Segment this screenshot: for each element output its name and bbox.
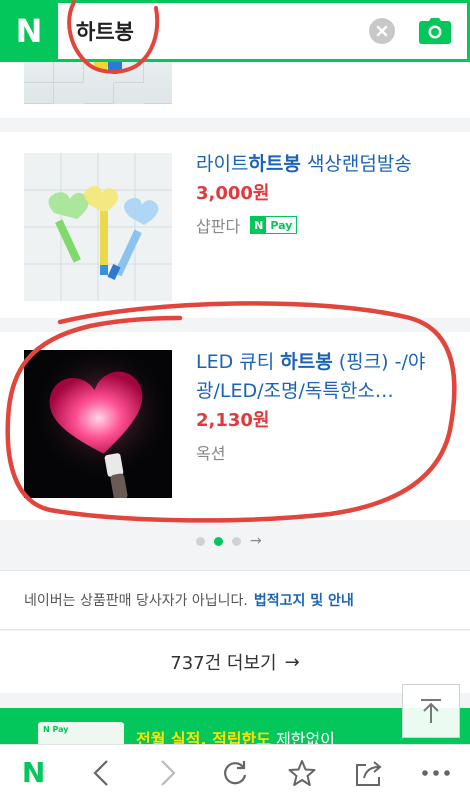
scroll-to-top-button[interactable] <box>402 684 460 738</box>
more-results-label: 737건 더보기 <box>170 653 277 674</box>
seller-row: 옥션 <box>196 440 456 464</box>
refresh-icon <box>224 760 247 784</box>
notice-text: 네이버는 상품판매 당사자가 아닙니다. <box>24 593 248 609</box>
seller-name: 옥션 <box>196 444 226 463</box>
previous-product-image[interactable] <box>24 62 172 104</box>
product-price: 3,000원 <box>196 183 270 204</box>
seller-row: 샵판다 N Pay <box>196 213 456 237</box>
back-button[interactable] <box>79 751 123 795</box>
search-bar: N <box>0 0 470 62</box>
seller-name: 샵판다 <box>196 217 241 236</box>
legal-notice-link[interactable]: 법적고지 및 안내 <box>254 590 354 610</box>
npay-banner[interactable]: N Pay 전월 실적, 적립한도 제한없이 <box>0 708 470 749</box>
forward-icon <box>161 759 176 786</box>
product-price: 2,130원 <box>196 410 270 431</box>
share-icon <box>356 760 382 786</box>
product-image[interactable] <box>24 350 172 498</box>
page-dot-active[interactable] <box>214 537 223 546</box>
more-button[interactable] <box>414 751 458 795</box>
product-card[interactable]: 라이트하트봉 색상랜덤발송 3,000원 샵판다 N Pay <box>0 132 470 318</box>
page-dot[interactable] <box>232 537 241 546</box>
product-card[interactable]: LED 큐티 하트봉 (핑크) -/야광/LED/조명/독특한소… 2,130원… <box>0 332 470 520</box>
carousel-pagination: → <box>196 534 262 548</box>
clear-icon <box>376 25 388 37</box>
next-page-arrow[interactable]: → <box>250 534 262 548</box>
page: N 하트봉 라이트하트봉 색상랜덤발송 3,000원 샵판다 N Pay LED… <box>0 0 470 800</box>
product-image[interactable] <box>24 153 172 301</box>
product-title[interactable]: LED 큐티 하트봉 (핑크) -/야광/LED/조명/독특한소… <box>196 348 456 406</box>
camera-button[interactable] <box>415 11 455 51</box>
home-button[interactable]: N <box>12 751 56 795</box>
more-icon <box>422 769 451 776</box>
clear-button[interactable] <box>369 18 395 44</box>
back-icon <box>93 759 108 786</box>
legal-notice: 네이버는 상품판매 당사자가 아닙니다. 법적고지 및 안내 <box>0 570 470 630</box>
page-dot[interactable] <box>196 537 205 546</box>
previous-product-card[interactable] <box>0 62 470 118</box>
search-input[interactable] <box>58 3 369 59</box>
npay-card-label: N Pay <box>43 725 69 734</box>
npay-badge: N Pay <box>250 216 298 234</box>
arrow-up-icon <box>421 699 441 723</box>
camera-icon <box>419 18 451 44</box>
product-info: 라이트하트봉 색상랜덤발송 3,000원 샵판다 N Pay <box>196 150 456 237</box>
refresh-button[interactable] <box>213 751 257 795</box>
star-icon <box>288 759 316 786</box>
bookmark-button[interactable] <box>280 751 324 795</box>
naver-logo-text: N <box>15 12 43 50</box>
led-heart-stick-photo <box>24 350 172 498</box>
light-heart-sticks-photo <box>24 153 172 301</box>
more-results-button[interactable]: 737건 더보기 → <box>0 631 470 693</box>
bottom-toolbar: N <box>0 744 470 800</box>
product-title[interactable]: 라이트하트봉 색상랜덤발송 <box>196 150 456 179</box>
naver-home-icon: N <box>21 756 46 789</box>
product-info: LED 큐티 하트봉 (핑크) -/야광/LED/조명/독특한소… 2,130원… <box>196 348 456 464</box>
arrow-right-icon: → <box>284 651 300 673</box>
naver-logo[interactable]: N <box>0 3 58 59</box>
forward-button[interactable] <box>146 751 190 795</box>
share-button[interactable] <box>347 751 391 795</box>
